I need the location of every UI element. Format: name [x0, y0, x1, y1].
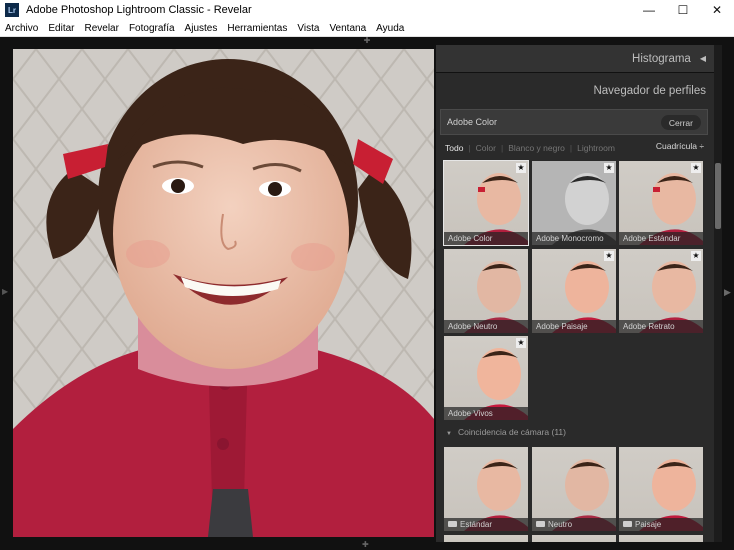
camera-matching-section[interactable]: ▼ Coincidencia de cámara (11)	[440, 427, 566, 437]
menu-ajustes[interactable]: Ajustes	[180, 23, 223, 34]
menu-fotografia[interactable]: Fotografía	[124, 23, 180, 34]
right-panel: Histograma ◀ Navegador de perfiles Adobe…	[436, 45, 714, 542]
current-profile-name: Adobe Color	[447, 117, 498, 127]
camera-profile-thumb-next[interactable]	[619, 535, 703, 542]
menu-vista[interactable]: Vista	[292, 23, 324, 34]
close-browser-button[interactable]: Cerrar	[660, 115, 701, 130]
profile-thumb-adobe-color[interactable]: ★ Adobe Color	[443, 160, 529, 246]
favorite-star-icon[interactable]: ★	[516, 163, 526, 173]
expand-triangle-icon[interactable]: ▼	[446, 431, 452, 437]
current-profile-bar: Adobe Color Cerrar	[440, 109, 708, 135]
collapse-triangle-icon[interactable]: ◀	[700, 54, 706, 63]
profile-thumb-adobe-portrait[interactable]: ★ Adobe Retrato	[619, 249, 703, 333]
maximize-button[interactable]: ☐	[666, 0, 700, 20]
favorite-star-icon[interactable]: ★	[691, 163, 701, 173]
profile-thumb-adobe-landscape[interactable]: ★ Adobe Paisaje	[532, 249, 616, 333]
camera-profile-name: Neutro	[548, 520, 573, 529]
profile-thumb-adobe-monochrome[interactable]: ★ Adobe Monocromo	[532, 161, 616, 245]
menu-revelar[interactable]: Revelar	[79, 23, 123, 34]
minimize-button[interactable]: —	[632, 0, 666, 20]
camera-profile-label: Estándar	[444, 518, 528, 531]
camera-profile-name: Paisaje	[635, 520, 662, 529]
scrollbar-thumb[interactable]	[715, 163, 721, 229]
profile-thumb-adobe-neutral[interactable]: Adobe Neutro	[444, 249, 528, 333]
filter-all[interactable]: Todo	[440, 143, 468, 153]
menu-herramientas[interactable]: Herramientas	[222, 23, 292, 34]
profile-label: Adobe Monocromo	[532, 232, 616, 245]
bottom-panel-grip-icon[interactable]: ✚	[362, 540, 369, 549]
window-title: Adobe Photoshop Lightroom Classic - Reve…	[26, 4, 252, 16]
histogram-title: Histograma	[632, 52, 691, 65]
filter-bw[interactable]: Blanco y negro	[503, 143, 570, 153]
camera-icon	[448, 521, 457, 527]
favorite-star-icon[interactable]: ★	[516, 338, 526, 348]
favorite-star-icon[interactable]: ★	[604, 163, 614, 173]
lightroom-app-icon: Lr	[5, 3, 19, 17]
profile-label: Adobe Vivos	[444, 407, 528, 420]
title-bar: Lr Adobe Photoshop Lightroom Classic - R…	[0, 0, 734, 20]
profile-label: Adobe Color	[444, 232, 528, 245]
menu-ayuda[interactable]: Ayuda	[371, 23, 409, 34]
profile-filter-row: Todo | Color | Blanco y negro | Lightroo…	[440, 137, 708, 159]
profile-label: Adobe Neutro	[444, 320, 528, 333]
filter-lightroom[interactable]: Lightroom	[572, 143, 620, 153]
close-window-button[interactable]: ✕	[700, 0, 734, 20]
camera-profile-name: Estándar	[460, 520, 493, 529]
menu-ventana[interactable]: Ventana	[324, 23, 371, 34]
camera-profile-thumb-next[interactable]	[532, 535, 616, 542]
develop-workspace: ✚ ▶ ✚ ▶ Histograma ◀ Navegador de perfil…	[0, 37, 734, 550]
profile-label: Adobe Estándar	[619, 232, 703, 245]
camera-profile-thumb-neutral[interactable]: Neutro	[532, 447, 616, 531]
profile-browser-header: Navegador de perfiles	[593, 85, 706, 97]
view-mode-select[interactable]: Cuadrícula ÷	[656, 141, 704, 151]
menu-archivo[interactable]: Archivo	[0, 23, 43, 34]
profile-label: Adobe Paisaje	[532, 320, 616, 333]
camera-profile-thumb-next[interactable]	[444, 535, 528, 542]
profile-label: Adobe Retrato	[619, 320, 703, 333]
camera-section-title: Coincidencia de cámara (11)	[457, 427, 566, 437]
right-panel-toggle-icon[interactable]: ▶	[724, 287, 731, 298]
camera-profile-thumb-standard[interactable]: Estándar	[444, 447, 528, 531]
profile-thumb-adobe-vivid[interactable]: ★ Adobe Vivos	[444, 336, 528, 420]
window-controls: — ☐ ✕	[632, 0, 734, 20]
camera-profile-label: Neutro	[532, 518, 616, 531]
left-panel-grip-icon[interactable]: ▶	[2, 287, 8, 296]
top-panel-grip-icon[interactable]: ✚	[360, 37, 374, 45]
photo-canvas[interactable]	[13, 49, 434, 537]
profile-thumb-adobe-standard[interactable]: ★ Adobe Estándar	[619, 161, 703, 245]
camera-icon	[536, 521, 545, 527]
camera-profile-thumb-landscape[interactable]: Paisaje	[619, 447, 703, 531]
camera-icon	[623, 521, 632, 527]
favorite-star-icon[interactable]: ★	[691, 251, 701, 261]
favorite-star-icon[interactable]: ★	[604, 251, 614, 261]
portrait-photo	[13, 49, 434, 537]
panel-scrollbar[interactable]	[714, 45, 722, 542]
filter-color[interactable]: Color	[471, 143, 501, 153]
camera-profile-label: Paisaje	[619, 518, 703, 531]
histogram-header[interactable]: Histograma ◀	[436, 45, 714, 73]
menu-bar: Archivo Editar Revelar Fotografía Ajuste…	[0, 20, 734, 37]
menu-editar[interactable]: Editar	[43, 23, 79, 34]
